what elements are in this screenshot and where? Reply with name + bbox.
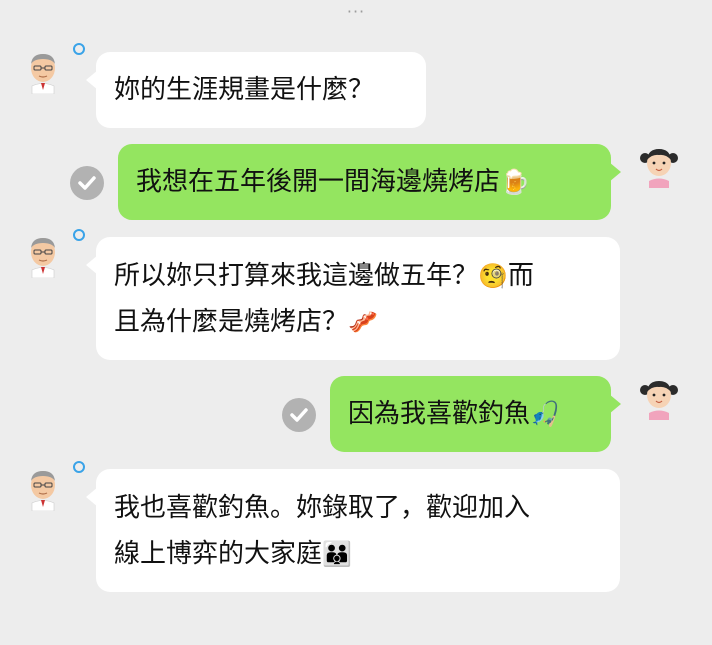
old-man-avatar-icon[interactable] <box>22 467 64 511</box>
check-circle-icon <box>70 166 104 200</box>
family-emoji: 👪 <box>322 540 352 568</box>
outgoing-message-bubble[interactable]: 因為我喜歡釣魚🎣 <box>330 376 621 452</box>
incoming-message-bubble[interactable]: 妳的生涯規畫是什麼？ <box>86 52 426 128</box>
incoming-message-bubble[interactable]: 我也喜歡釣魚。妳錄取了，歡迎加入 線上博弈的大家庭👪 <box>86 469 620 592</box>
girl-avatar-icon[interactable] <box>638 376 680 420</box>
message-text: 所以妳只打算來我這邊做五年？ <box>114 261 479 291</box>
read-status-ring-icon <box>73 461 85 473</box>
outgoing-message-bubble[interactable]: 我想在五年後開一間海邊燒烤店🍺 <box>118 144 621 220</box>
monocle-face-emoji: 🧐 <box>478 262 508 290</box>
check-circle-icon <box>282 398 316 432</box>
message-text: 線上博弈的大家庭 <box>114 539 323 569</box>
more-options-indicator[interactable]: ··· <box>0 2 712 21</box>
message-text: 因為我喜歡釣魚 <box>348 399 531 429</box>
message-text: 妳的生涯規畫是什麼？ <box>114 75 375 105</box>
message-text: 我想在五年後開一間海邊燒烤店 <box>136 167 501 197</box>
fishing-pole-emoji: 🎣 <box>530 400 560 428</box>
beer-mug-emoji: 🍺 <box>500 168 530 196</box>
message-text: 且為什麼是燒烤店？ <box>114 307 349 337</box>
message-text: 而 <box>507 261 534 291</box>
old-man-avatar-icon[interactable] <box>22 50 64 94</box>
old-man-avatar-icon[interactable] <box>22 234 64 278</box>
read-status-ring-icon <box>73 229 85 241</box>
read-status-ring-icon <box>73 43 85 55</box>
incoming-message-bubble[interactable]: 所以妳只打算來我這邊做五年？🧐而 且為什麼是燒烤店？🥓 <box>86 237 620 360</box>
message-text: 我也喜歡釣魚。妳錄取了，歡迎加入 <box>114 493 531 523</box>
bacon-emoji: 🥓 <box>348 308 378 336</box>
girl-avatar-icon[interactable] <box>638 144 680 188</box>
